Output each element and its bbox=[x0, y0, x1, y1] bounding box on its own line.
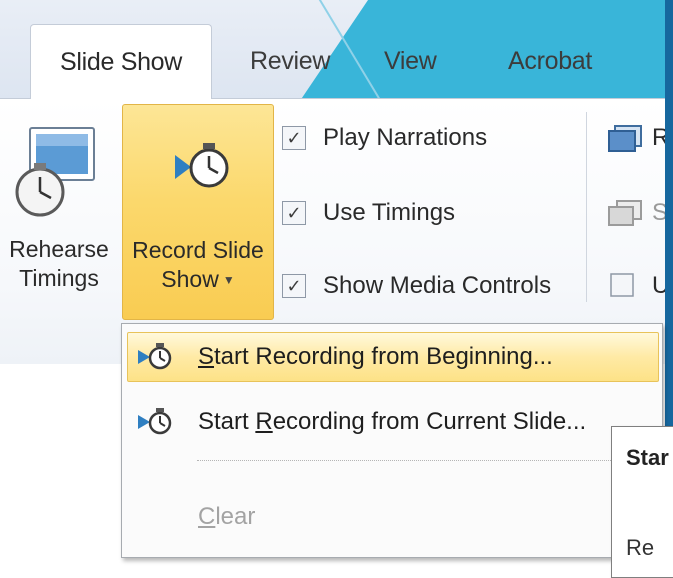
record-stopwatch-icon bbox=[136, 407, 172, 437]
menu-item-start-from-beginning[interactable]: Start Recording from Beginning... bbox=[127, 332, 659, 382]
use-timings-label: Use Timings bbox=[323, 199, 456, 226]
play-narrations-checkbox[interactable]: ✓ Play Narrations bbox=[282, 118, 487, 158]
play-narrations-label: Play Narrations bbox=[323, 124, 488, 151]
menu-item-clear[interactable]: Clear bbox=[127, 492, 659, 542]
menu-item-label: Start Recording from Beginning... bbox=[198, 343, 553, 370]
use-timings-checkbox[interactable]: ✓ Use Timings bbox=[282, 193, 455, 233]
presenter-view-checkbox[interactable] bbox=[609, 272, 635, 303]
show-media-controls-checkbox[interactable]: ✓ Show Media Controls bbox=[282, 266, 551, 306]
tab-review[interactable]: Review bbox=[250, 24, 330, 98]
rehearse-timings-button[interactable]: Rehearse Timings bbox=[0, 104, 118, 318]
menu-divider bbox=[197, 460, 655, 461]
tab-acrobat[interactable]: Acrobat bbox=[508, 24, 592, 98]
record-slide-show-button[interactable]: Record Slide Show ▼ bbox=[122, 104, 274, 320]
checkmark-icon: ✓ bbox=[282, 201, 306, 225]
menu-tooltip: Star Re bbox=[611, 426, 673, 578]
record-dropdown-menu: Start Recording from Beginning... Start … bbox=[121, 323, 663, 558]
stopwatch-slide-icon bbox=[0, 114, 118, 224]
rehearse-label-line2: Timings bbox=[19, 265, 99, 291]
menu-item-start-from-current-slide[interactable]: Start Recording from Current Slide... bbox=[127, 397, 659, 447]
record-stopwatch-icon bbox=[136, 342, 172, 372]
menu-item-label: Start Recording from Current Slide... bbox=[198, 408, 587, 435]
record-stopwatch-icon bbox=[123, 115, 273, 225]
show-on-monitor-icon[interactable] bbox=[607, 199, 645, 232]
tooltip-title: Star bbox=[626, 445, 669, 470]
group-separator bbox=[586, 112, 587, 302]
record-label-line2: Show bbox=[161, 266, 219, 292]
record-label-line1: Record Slide bbox=[132, 237, 264, 263]
menu-item-label: Clear bbox=[198, 503, 256, 530]
chevron-down-icon: ▼ bbox=[222, 273, 235, 288]
show-media-controls-label: Show Media Controls bbox=[323, 272, 552, 299]
tooltip-body: Re bbox=[626, 535, 655, 560]
checkmark-icon: ✓ bbox=[282, 126, 306, 150]
tab-slide-show[interactable]: Slide Show bbox=[30, 24, 212, 99]
tab-view[interactable]: View bbox=[384, 24, 437, 98]
monitor-icon[interactable] bbox=[607, 125, 645, 158]
checkmark-icon: ✓ bbox=[282, 274, 306, 298]
rehearse-label-line1: Rehearse bbox=[9, 236, 109, 262]
